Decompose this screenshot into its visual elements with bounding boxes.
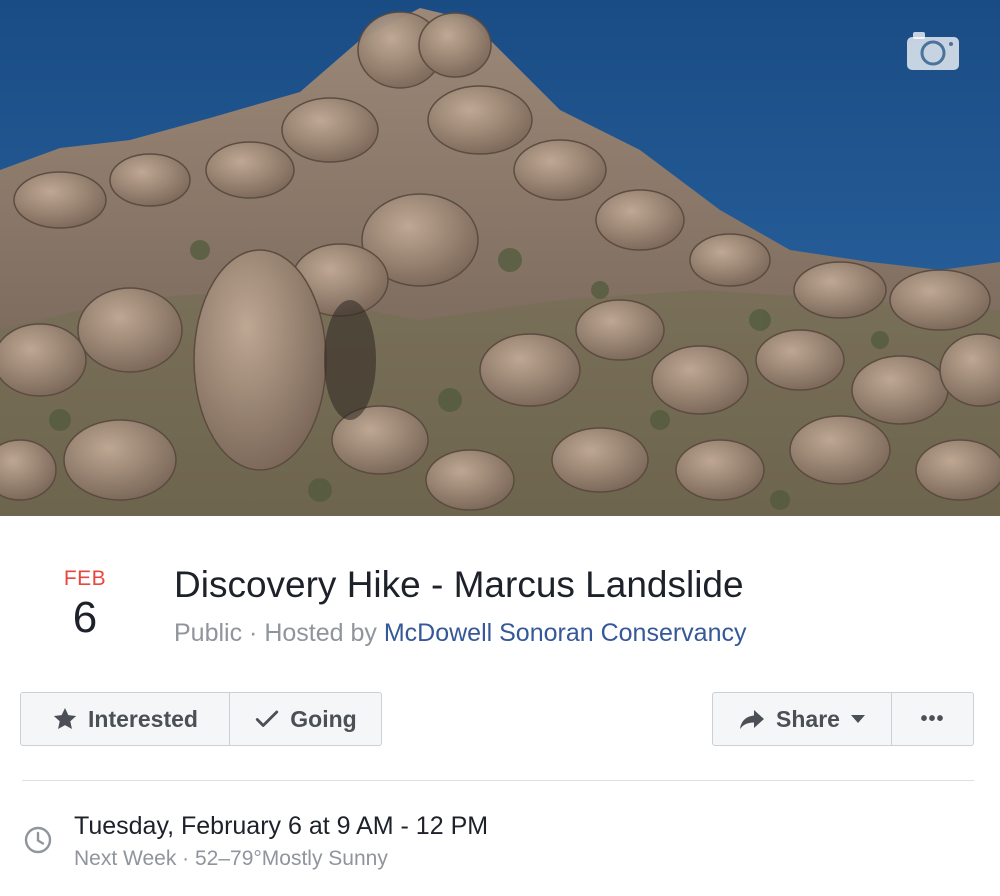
section-divider bbox=[22, 780, 974, 781]
event-privacy: Public bbox=[174, 619, 243, 647]
host-link[interactable]: McDowell Sonoran Conservancy bbox=[384, 619, 747, 647]
interested-label: Interested bbox=[88, 705, 198, 732]
star-icon bbox=[53, 707, 77, 729]
chevron-down-icon bbox=[850, 715, 865, 723]
share-arrow-icon bbox=[740, 710, 765, 729]
relative-date: Next Week bbox=[74, 847, 177, 870]
going-label: Going bbox=[290, 705, 357, 732]
clock-icon bbox=[24, 826, 52, 854]
going-button[interactable]: Going bbox=[229, 693, 381, 745]
more-options-icon: ••• bbox=[920, 707, 945, 730]
interested-button[interactable]: Interested bbox=[21, 693, 229, 745]
share-button-group: Share ••• bbox=[712, 692, 974, 746]
share-button[interactable]: Share bbox=[713, 693, 891, 745]
share-label: Share bbox=[776, 705, 840, 732]
rsvp-button-group: Interested Going bbox=[20, 692, 382, 746]
change-cover-photo-button[interactable] bbox=[905, 28, 961, 72]
event-month: FEB bbox=[63, 567, 107, 590]
event-time[interactable]: Tuesday, February 6 at 9 AM - 12 PM bbox=[74, 810, 488, 842]
cover-photo bbox=[0, 0, 1000, 516]
event-meta: Public · Hosted by McDowell Sonoran Cons… bbox=[174, 616, 747, 650]
hosted-by-prefix: Hosted by bbox=[264, 619, 384, 647]
meta-separator: · bbox=[242, 619, 265, 647]
more-options-button[interactable]: ••• bbox=[891, 693, 973, 745]
event-day: 6 bbox=[72, 593, 98, 642]
checkmark-icon bbox=[256, 710, 279, 727]
event-date: FEB 6 bbox=[40, 566, 130, 644]
camera-icon bbox=[907, 32, 959, 70]
event-time-subtext: Next Week · 52–79°Mostly Sunny bbox=[74, 845, 388, 873]
event-title: Discovery Hike - Marcus Landslide bbox=[174, 564, 744, 605]
cover-photo-illustration bbox=[0, 0, 1000, 516]
subtext-separator: · bbox=[176, 847, 195, 870]
weather-forecast: 52–79°Mostly Sunny bbox=[195, 847, 388, 870]
